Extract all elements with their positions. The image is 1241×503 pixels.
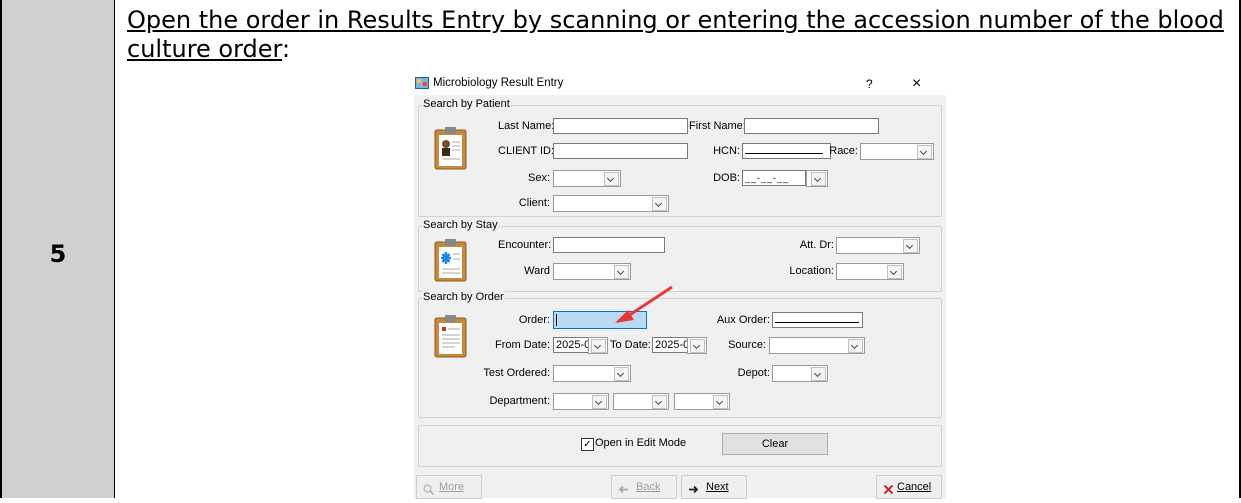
encounter-label: Encounter:: [498, 239, 552, 251]
back-button[interactable]: Back: [611, 475, 677, 499]
open-edit-mode-label: Open in Edit Mode: [595, 437, 687, 449]
first-name-input[interactable]: [744, 118, 879, 134]
next-label: Next: [706, 481, 729, 493]
cancel-button[interactable]: Cancel: [876, 475, 942, 499]
chevron-down-icon: [690, 339, 705, 353]
dob-label: DOB:: [713, 172, 740, 184]
help-button[interactable]: ?: [866, 77, 873, 91]
ward-label: Ward: [524, 265, 550, 277]
instruction-underlined: Open the order in Results Entry by scann…: [127, 6, 1224, 63]
race-label: Race:: [829, 145, 858, 157]
next-button[interactable]: Next: [681, 475, 747, 499]
last-name-label: Last Name:: [498, 120, 555, 132]
chevron-down-icon: [848, 339, 863, 353]
dialog-title: Microbiology Result Entry: [433, 77, 564, 89]
chevron-down-icon: [713, 395, 728, 409]
order-input[interactable]: [553, 311, 647, 329]
att-dr-label: Att. Dr:: [799, 239, 834, 251]
patient-clipboard-icon: [434, 127, 467, 170]
last-name-input[interactable]: [553, 118, 688, 134]
from-date-picker-button[interactable]: [588, 337, 608, 354]
step-cell: 5: [2, 0, 115, 498]
race-select[interactable]: [860, 143, 934, 160]
next-arrow-icon: [688, 481, 699, 503]
aux-order-label: Aux Order:: [716, 314, 770, 326]
department-label: Department:: [489, 395, 550, 407]
client-label: Client:: [518, 197, 550, 209]
chevron-down-icon: [887, 265, 902, 279]
chevron-down-icon: [604, 172, 619, 186]
chevron-down-icon: [591, 339, 606, 353]
instruction-suffix: :: [282, 35, 291, 63]
order-clipboard-icon: [434, 315, 467, 358]
from-date-label: From Date:: [494, 339, 550, 351]
dialog-titlebar: Microbiology Result Entry ? ×: [414, 73, 946, 95]
open-edit-mode-checkbox[interactable]: ✓: [581, 438, 594, 451]
back-label: Back: [636, 481, 661, 493]
chevron-down-icon: [652, 395, 667, 409]
cancel-label: Cancel: [897, 481, 932, 493]
encounter-input[interactable]: [553, 237, 665, 253]
first-name-label: First Name:: [689, 120, 746, 132]
back-arrow-icon: [618, 481, 629, 503]
depot-select[interactable]: [772, 365, 828, 382]
test-ordered-select[interactable]: [553, 365, 631, 382]
sex-select[interactable]: [553, 170, 621, 187]
aux-order-input[interactable]: [772, 312, 863, 328]
to-date-label: To Date:: [610, 339, 651, 351]
chevron-down-icon: [903, 239, 918, 253]
stay-clipboard-icon: [434, 239, 467, 282]
att-dr-select[interactable]: [836, 237, 920, 254]
magnifier-icon: [423, 481, 435, 503]
chevron-down-icon: [592, 395, 607, 409]
result-entry-dialog: Microbiology Result Entry ? × Search by …: [414, 73, 946, 499]
search-by-order-label: Search by Order: [422, 291, 505, 303]
app-icon: [415, 77, 429, 89]
depot-label: Depot:: [737, 367, 770, 379]
search-by-patient-label: Search by Patient: [422, 98, 511, 110]
client-id-label: CLIENT ID:: [498, 145, 555, 157]
dob-picker-button[interactable]: [806, 170, 828, 187]
location-select[interactable]: [836, 263, 904, 280]
chevron-down-icon: [614, 265, 629, 279]
to-date-picker-button[interactable]: [687, 337, 707, 354]
department-select-3[interactable]: [674, 393, 730, 410]
source-select[interactable]: [769, 337, 865, 354]
hcn-label: HCN:: [713, 145, 740, 157]
clear-button[interactable]: Clear: [722, 433, 828, 455]
client-id-input[interactable]: [553, 143, 688, 159]
more-button[interactable]: More: [416, 475, 482, 499]
chevron-down-icon: [652, 197, 667, 211]
dob-input[interactable]: __-__-__: [742, 170, 806, 186]
cancel-x-icon: [883, 481, 894, 503]
chevron-down-icon: [811, 172, 826, 186]
search-by-stay-label: Search by Stay: [422, 219, 499, 231]
chevron-down-icon: [917, 145, 932, 159]
more-label: More: [439, 481, 465, 493]
chevron-down-icon: [811, 367, 826, 381]
search-by-stay-group: [418, 226, 942, 292]
hcn-input[interactable]: [742, 143, 831, 159]
location-label: Location:: [789, 265, 834, 277]
chevron-down-icon: [614, 367, 629, 381]
department-select-1[interactable]: [553, 393, 609, 410]
source-label: Source:: [728, 339, 766, 351]
test-ordered-label: Test Ordered:: [483, 367, 550, 379]
ward-select[interactable]: [553, 263, 631, 280]
step-number: 5: [49, 240, 67, 268]
sex-label: Sex:: [527, 172, 550, 184]
close-button[interactable]: ×: [912, 75, 921, 93]
instruction-text: Open the order in Results Entry by scann…: [127, 6, 1227, 64]
department-select-2[interactable]: [613, 393, 669, 410]
client-select[interactable]: [553, 195, 669, 212]
order-label: Order:: [518, 314, 550, 326]
